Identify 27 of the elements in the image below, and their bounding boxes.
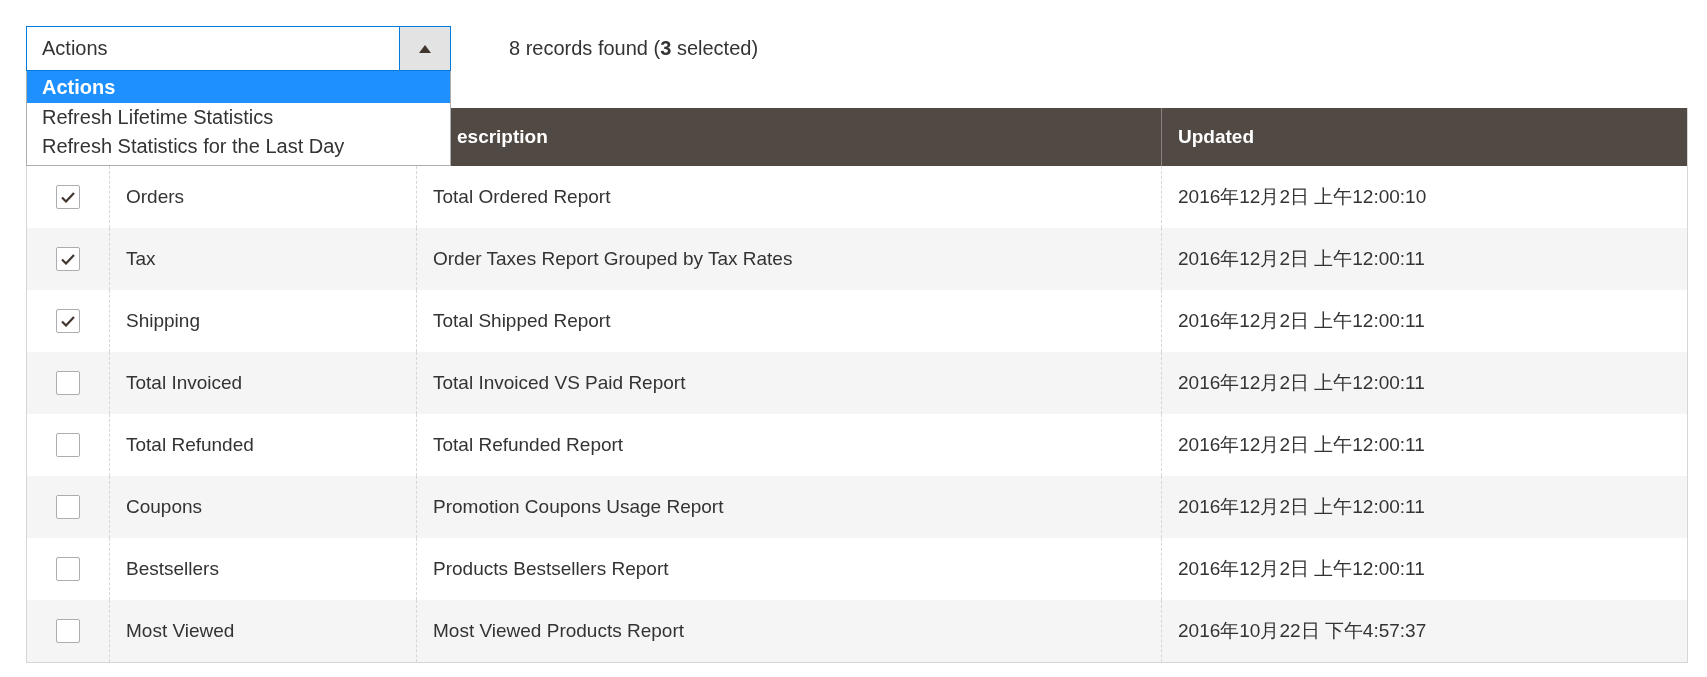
row-checkbox[interactable]: [56, 185, 80, 209]
table-cell: 2016年10月22日 下午4:57:37: [1161, 600, 1687, 662]
caret-icon: [419, 44, 431, 53]
check-icon: [61, 253, 75, 265]
row-checkbox[interactable]: [56, 557, 80, 581]
table-cell: Most Viewed Products Report: [416, 600, 1161, 662]
table-cell: Most Viewed: [109, 600, 416, 662]
table-cell: Total Invoiced: [109, 352, 416, 414]
table-cell: 2016年12月2日 上午12:00:11: [1161, 228, 1687, 290]
table-cell: Tax: [109, 228, 416, 290]
row-checkbox[interactable]: [56, 371, 80, 395]
table-cell: Order Taxes Report Grouped by Tax Rates: [416, 228, 1161, 290]
table-cell: Total Invoiced VS Paid Report: [416, 352, 1161, 414]
column-header[interactable]: Updated: [1161, 108, 1687, 166]
records-summary: 8 records found (3 selected): [509, 37, 759, 60]
row-checkbox[interactable]: [56, 433, 80, 457]
table-cell: 2016年12月2日 上午12:00:11: [1161, 352, 1687, 414]
check-icon: [61, 191, 75, 203]
actions-select[interactable]: Actions: [26, 26, 451, 71]
table-cell: Coupons: [109, 476, 416, 538]
table-cell: Promotion Coupons Usage Report: [416, 476, 1161, 538]
table-cell: 2016年12月2日 上午12:00:11: [1161, 476, 1687, 538]
row-checkbox[interactable]: [56, 247, 80, 271]
row-checkbox[interactable]: [56, 619, 80, 643]
row-checkbox[interactable]: [56, 309, 80, 333]
check-icon: [61, 315, 75, 327]
row-checkbox[interactable]: [56, 495, 80, 519]
